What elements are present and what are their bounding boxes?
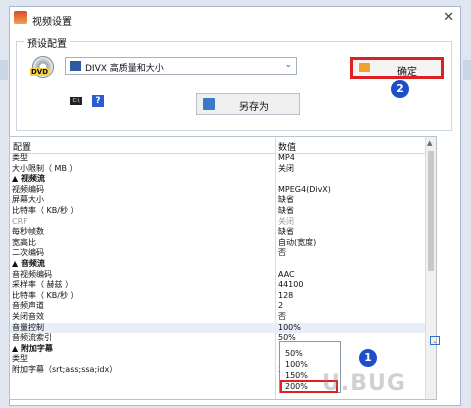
- table-row[interactable]: ▲ 音频流: [10, 259, 428, 270]
- row-value: 否: [278, 248, 286, 258]
- table-row[interactable]: 类型 MP4: [10, 153, 428, 164]
- vertical-scrollbar[interactable]: ▲: [425, 137, 436, 399]
- video-format-icon: [70, 61, 81, 71]
- row-value: 关闭: [278, 163, 294, 173]
- dvd-icon: DVD: [28, 54, 56, 80]
- row-value: MP4: [278, 153, 295, 162]
- console-icon[interactable]: C:\: [70, 97, 82, 105]
- row-value: 缺省: [278, 195, 294, 205]
- step-badge-1: 1: [359, 349, 377, 367]
- dropdown-option[interactable]: 150%: [285, 371, 308, 380]
- title-bar[interactable]: 视频设置 ✕: [10, 7, 460, 31]
- row-key: 类型: [12, 354, 28, 364]
- row-value: 44100: [278, 280, 304, 290]
- window-title: 视频设置: [32, 17, 72, 28]
- row-key: 类型: [12, 153, 28, 162]
- row-key: 音视频编码: [12, 269, 52, 279]
- row-key: 关闭音效: [12, 311, 44, 321]
- background-edge-left: [0, 60, 8, 80]
- table-row[interactable]: 比特率（ KB/秒 ） 缺省: [10, 206, 428, 217]
- row-key: 音量控制: [12, 322, 44, 332]
- row-key: 宽高比: [12, 237, 36, 247]
- ok-button[interactable]: 确定: [350, 57, 444, 79]
- row-value: 缺省: [278, 205, 294, 215]
- row-value: 2: [278, 301, 284, 311]
- row-key: 二次编码: [12, 248, 44, 258]
- scroll-up-icon[interactable]: ▲: [427, 139, 432, 147]
- row-key: 采样率（ 赫兹 ）: [12, 280, 74, 290]
- row-key: 屏幕大小: [12, 195, 44, 205]
- scrollbar-thumb[interactable]: [428, 151, 434, 271]
- table-row[interactable]: 音量控制 100%: [10, 322, 428, 334]
- ok-button-label: 确定: [397, 67, 417, 78]
- background-edge-right: [463, 60, 471, 80]
- arrow-right-icon: [359, 63, 370, 72]
- save-as-label: 另存为: [239, 102, 269, 113]
- row-value: MPEG4(DivX): [278, 184, 331, 194]
- preset-select-value: DIVX 高质量和大小: [85, 64, 164, 74]
- dropdown-option[interactable]: 100%: [285, 360, 308, 369]
- table-row[interactable]: 大小限制（ MB ） 关闭: [10, 164, 428, 175]
- row-value: 自动(宽度): [278, 237, 317, 247]
- row-key: ▲ 附加字幕: [12, 343, 53, 353]
- table-row[interactable]: ▲ 视频流: [10, 174, 428, 185]
- table-row[interactable]: 音频声道 2: [10, 301, 428, 312]
- watermark: U.BUG: [322, 371, 406, 396]
- row-value: 关闭: [278, 216, 294, 226]
- grid-header: 配置 数值: [10, 137, 428, 154]
- table-row[interactable]: 音频流索引 50%: [10, 333, 428, 344]
- table-row[interactable]: 采样率（ 赫兹 ） 44100: [10, 280, 428, 291]
- row-key: 视频编码: [12, 184, 44, 194]
- table-row[interactable]: 比特率（ KB/秒 ） 128: [10, 291, 428, 302]
- value-column-header: 数值: [278, 143, 297, 153]
- row-key: ▲ 音频流: [12, 258, 45, 268]
- chevron-down-icon: ⌄: [284, 60, 292, 70]
- row-value: AAC: [278, 269, 295, 279]
- dropdown-arrow-icon[interactable]: ⌄: [430, 336, 440, 345]
- config-column-header: 配置: [13, 143, 32, 153]
- save-icon: [203, 98, 215, 110]
- row-key: 附加字幕（srt;ass;ssa;idx）: [12, 364, 118, 374]
- preset-group-label: 预设配置: [24, 35, 70, 50]
- table-row[interactable]: 屏幕大小 缺省: [10, 195, 428, 206]
- table-row[interactable]: 每秒帧数 缺省: [10, 227, 428, 238]
- table-row[interactable]: 视频编码 MPEG4(DivX): [10, 185, 428, 196]
- app-icon: [14, 11, 27, 24]
- table-row[interactable]: 音视频编码 AAC: [10, 270, 428, 281]
- row-key: ▲ 视频流: [12, 174, 45, 184]
- save-as-button[interactable]: 另存为: [196, 93, 300, 115]
- row-key: 每秒帧数: [12, 227, 44, 237]
- table-row[interactable]: 二次编码 否: [10, 248, 428, 259]
- table-row[interactable]: 关闭音效 否: [10, 312, 428, 323]
- dropdown-option[interactable]: 50%: [285, 349, 303, 358]
- grid-rows: 类型 MP4 大小限制（ MB ） 关闭 ▲ 视频流 视频编码 MPEG4(DivX) 屏…: [10, 153, 428, 375]
- row-key: 音频流索引: [12, 333, 52, 343]
- close-icon[interactable]: ✕: [443, 10, 454, 25]
- row-key: 比特率（ KB/秒 ）: [12, 290, 79, 300]
- row-key: 大小限制（ MB ）: [12, 163, 78, 173]
- help-icon[interactable]: ?: [92, 95, 104, 107]
- table-row[interactable]: CRF 关闭: [10, 217, 428, 228]
- step-badge-2: 2: [391, 80, 409, 98]
- table-row[interactable]: 宽高比 自动(宽度): [10, 238, 428, 249]
- row-key: CRF: [12, 216, 28, 226]
- row-value: 128: [278, 290, 294, 300]
- preset-select[interactable]: DIVX 高质量和大小 ⌄: [65, 57, 297, 75]
- row-value: 否: [278, 311, 286, 321]
- preset-group: [16, 41, 452, 131]
- row-value: 100%: [278, 322, 301, 332]
- row-key: 音频声道: [12, 301, 44, 311]
- row-key: 比特率（ KB/秒 ）: [12, 205, 79, 215]
- row-value: 缺省: [278, 227, 294, 237]
